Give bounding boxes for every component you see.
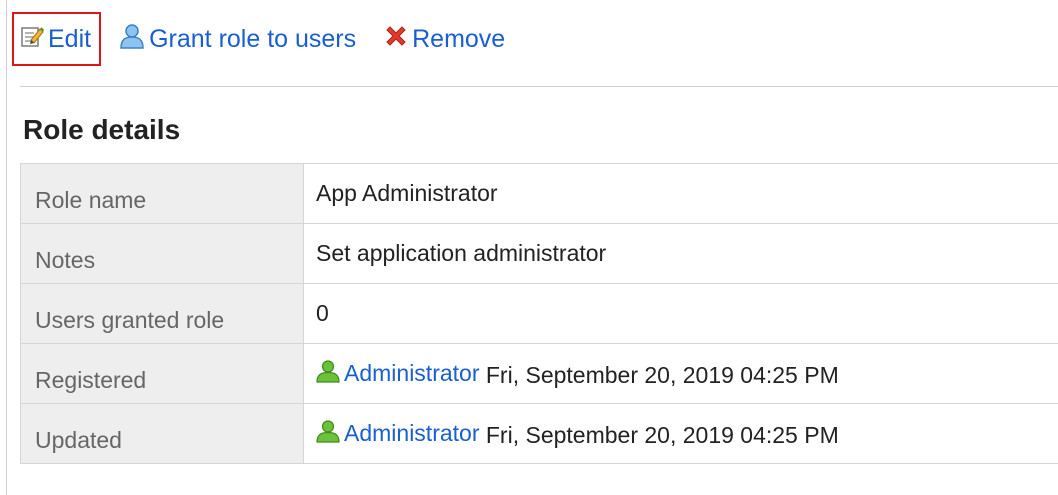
user-icon [119,23,145,56]
role-name-value: App Administrator [303,163,1058,224]
row-label: Notes [20,223,304,284]
registered-datetime: Fri, September 20, 2019 04:25 PM [485,361,839,388]
users-granted-value: 0 [303,283,1058,344]
updated-user: Administrator [316,419,479,449]
remove-icon [384,24,408,55]
grant-role-button[interactable]: Grant role to users [119,23,356,56]
user-icon [316,419,340,449]
table-row: Role name App Administrator [20,163,1058,224]
updated-user-link[interactable]: Administrator [344,420,479,447]
row-label: Updated [20,403,304,464]
table-row: Registered Administrator Fri, September … [20,343,1058,404]
divider [20,86,1058,87]
registered-user: Administrator [316,359,479,389]
row-label: Registered [20,343,304,404]
edit-label: Edit [48,24,92,53]
updated-datetime: Fri, September 20, 2019 04:25 PM [485,421,839,448]
registered-value: Administrator Fri, September 20, 2019 04… [303,343,1058,404]
row-label: Role name [20,163,304,224]
remove-button[interactable]: Remove [384,24,505,55]
notes-value: Set application administrator [303,223,1058,284]
table-row: Users granted role 0 [20,283,1058,344]
user-icon [316,359,340,389]
toolbar: Edit Grant role to users Remove [12,12,505,66]
table-row: Updated Administrator Fri, September 20,… [20,403,1058,464]
role-details-table: Role name App Administrator Notes Set ap… [20,163,1058,464]
registered-user-link[interactable]: Administrator [344,360,479,387]
remove-label: Remove [412,24,506,53]
updated-value: Administrator Fri, September 20, 2019 04… [303,403,1058,464]
row-label: Users granted role [20,283,304,344]
section-title: Role details [23,114,181,145]
grant-role-label: Grant role to users [149,24,357,53]
edit-icon [20,24,44,55]
edit-button[interactable]: Edit [12,12,102,66]
table-row: Notes Set application administrator [20,223,1058,284]
